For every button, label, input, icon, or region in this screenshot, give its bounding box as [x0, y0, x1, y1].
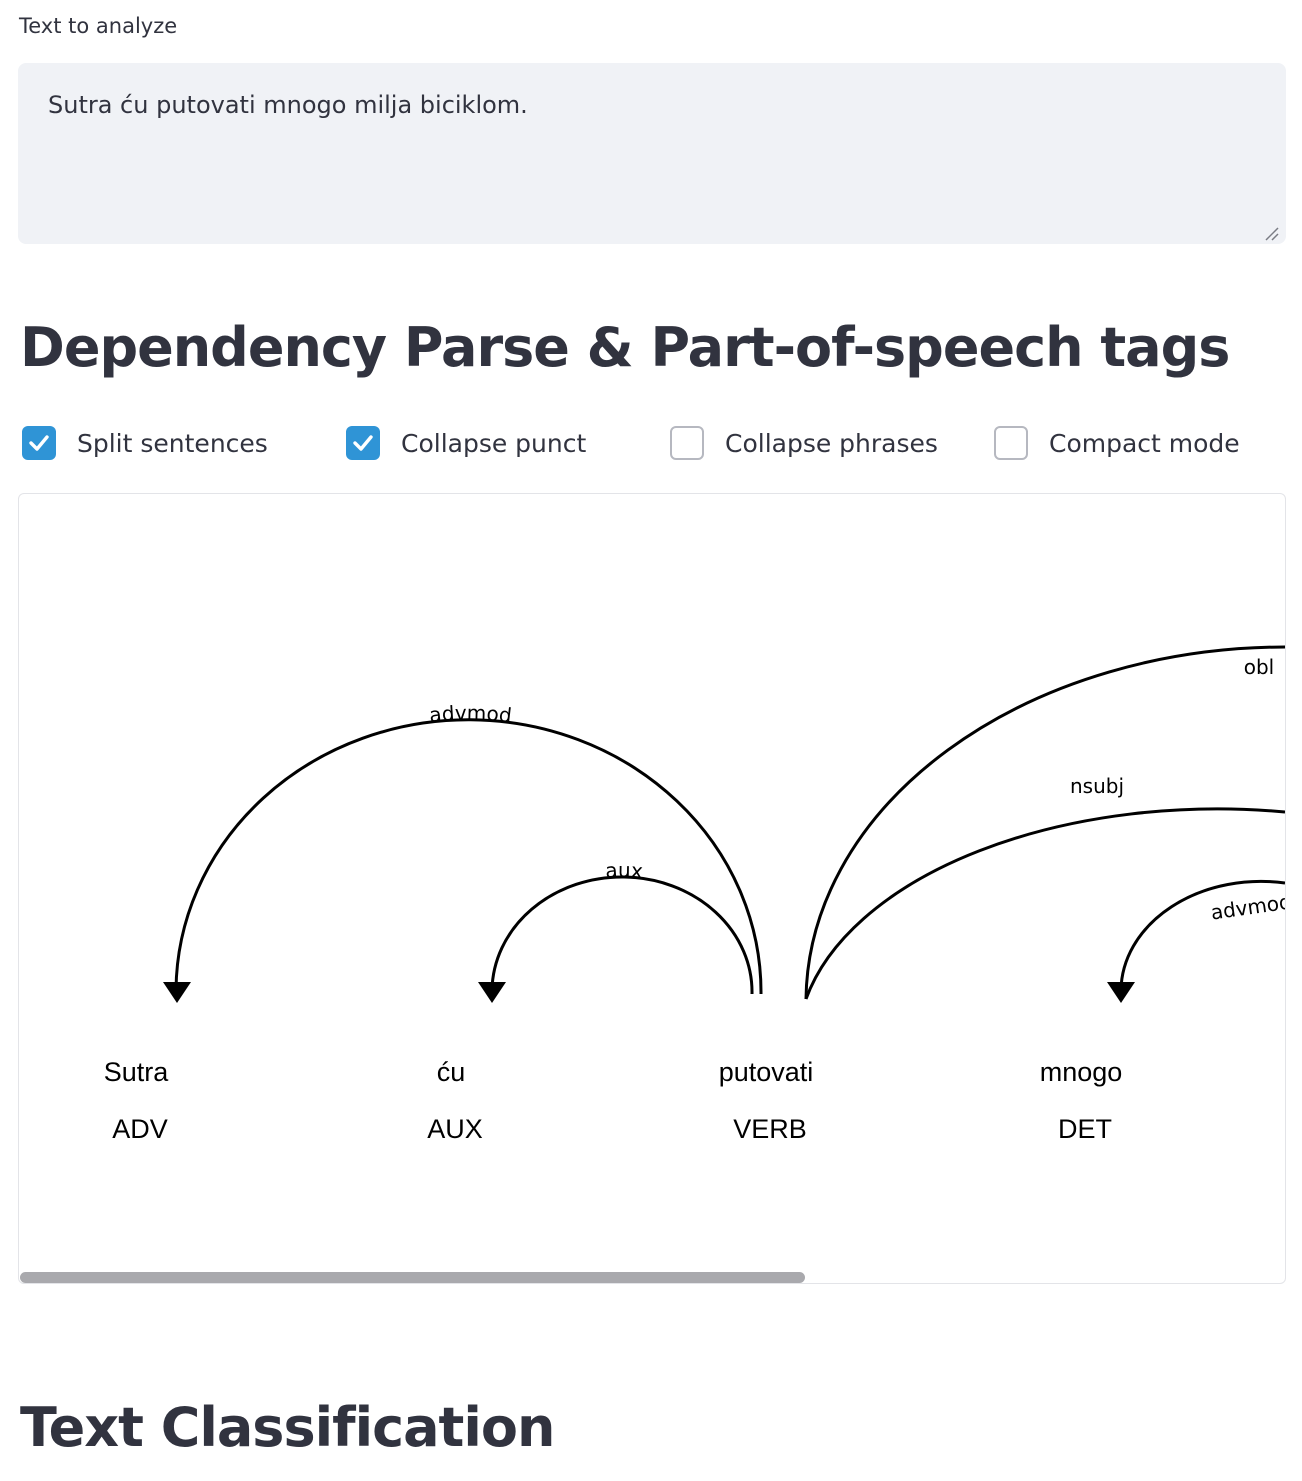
classification-section-title: Text Classification	[20, 1396, 555, 1459]
dependency-visualization: advmod aux obl nsubj advmod Sutra ADV ću…	[18, 493, 1286, 1284]
token-text: putovati	[719, 1057, 814, 1087]
token-text: mnogo	[1040, 1057, 1123, 1087]
split-sentences-label: Split sentences	[77, 428, 268, 458]
check-icon	[346, 426, 380, 460]
arrowhead-icon	[478, 982, 506, 1003]
arc-label-aux: aux	[604, 858, 644, 883]
token-cu: ću AUX	[427, 1057, 483, 1144]
token-mnogo: mnogo DET	[1040, 1057, 1123, 1144]
dependency-tree-svg: advmod aux obl nsubj advmod Sutra ADV ću…	[104, 645, 1285, 1144]
arc-advmod-mnogo: advmod	[1107, 879, 1285, 1003]
token-tag: ADV	[112, 1114, 168, 1144]
collapse-phrases-checkbox[interactable]: Collapse phrases	[670, 424, 938, 462]
token-tag: DET	[1058, 1114, 1112, 1144]
token-sutra: Sutra ADV	[104, 1057, 170, 1144]
split-sentences-checkbox[interactable]: Split sentences	[22, 424, 268, 462]
dependency-section-title: Dependency Parse & Part-of-speech tags	[20, 316, 1230, 379]
text-input-label: Text to analyze	[19, 14, 178, 38]
text-input[interactable]	[18, 63, 1286, 244]
token-text: ću	[437, 1057, 466, 1087]
compact-mode-label: Compact mode	[1049, 428, 1240, 458]
arc-obl: obl	[804, 645, 1285, 1001]
empty-checkbox-icon	[670, 426, 704, 460]
token-putovati: putovati VERB	[719, 1057, 814, 1144]
arc-label-advmod: advmod	[428, 701, 513, 728]
empty-checkbox-icon	[994, 426, 1028, 460]
arc-label-nsubj: nsubj	[1070, 774, 1124, 798]
arrowhead-icon	[1107, 982, 1135, 1003]
arc-label-advmod: advmod	[1209, 889, 1285, 924]
check-icon	[22, 426, 56, 460]
token-text: Sutra	[104, 1057, 170, 1087]
resize-handle-icon[interactable]	[1262, 224, 1280, 242]
collapse-punct-label: Collapse punct	[401, 428, 587, 458]
token-tag: AUX	[427, 1114, 483, 1144]
collapse-phrases-label: Collapse phrases	[725, 428, 938, 458]
arc-label-obl: obl	[1244, 655, 1275, 679]
compact-mode-checkbox[interactable]: Compact mode	[994, 424, 1240, 462]
horizontal-scrollbar[interactable]	[20, 1272, 805, 1283]
arc-advmod-sutra: advmod	[163, 701, 763, 1003]
arrowhead-icon	[163, 982, 191, 1003]
collapse-punct-checkbox[interactable]: Collapse punct	[346, 424, 586, 462]
token-tag: VERB	[733, 1114, 807, 1144]
arc-aux-cu: aux	[478, 858, 754, 1003]
